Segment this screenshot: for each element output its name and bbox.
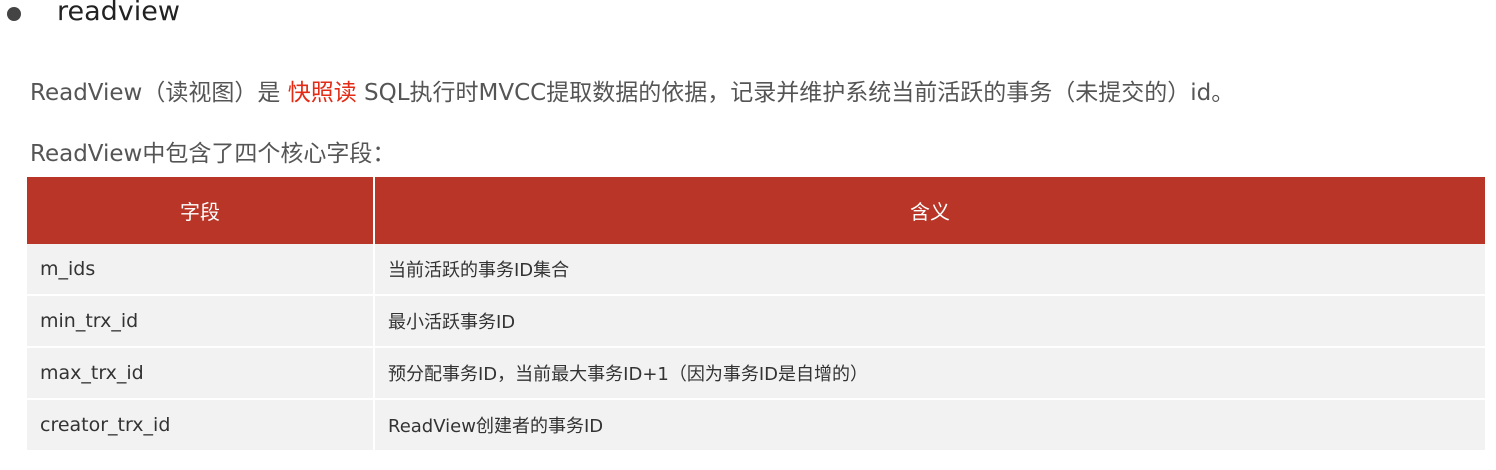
field-cell: min_trx_id [27, 295, 375, 348]
fields-table: 字段 含义 m_ids 当前活跃的事务ID集合 min_trx_id 最小活跃事… [27, 177, 1485, 452]
table-header-row: 字段 含义 [27, 177, 1485, 244]
table-row: min_trx_id 最小活跃事务ID [27, 295, 1485, 348]
table-row: creator_trx_id ReadView创建者的事务ID [27, 399, 1485, 452]
field-cell: m_ids [27, 244, 375, 296]
table-row: m_ids 当前活跃的事务ID集合 [27, 244, 1485, 296]
meaning-cell: ReadView创建者的事务ID [374, 399, 1485, 452]
field-cell: creator_trx_id [27, 399, 375, 452]
intro-paragraph: ReadView（读视图）是 快照读 SQL执行时MVCC提取数据的依据，记录并… [30, 73, 1234, 107]
header-meaning: 含义 [374, 177, 1485, 244]
bullet-dot-icon [7, 7, 21, 21]
intro-highlight: 快照读 [287, 80, 357, 106]
slide: readview ReadView（读视图）是 快照读 SQL执行时MVCC提取… [0, 0, 1496, 470]
meaning-cell: 预分配事务ID，当前最大事务ID+1（因为事务ID是自增的） [374, 347, 1485, 400]
intro-prefix: ReadView（读视图）是 [30, 80, 288, 106]
field-cell: max_trx_id [27, 347, 375, 400]
meaning-cell: 当前活跃的事务ID集合 [374, 244, 1485, 296]
intro-suffix: SQL执行时MVCC提取数据的依据，记录并维护系统当前活跃的事务（未提交的）id… [356, 80, 1235, 106]
meaning-cell: 最小活跃事务ID [374, 295, 1485, 348]
table-row: max_trx_id 预分配事务ID，当前最大事务ID+1（因为事务ID是自增的… [27, 347, 1485, 400]
section-heading: readview [57, 0, 180, 27]
fields-subtitle: ReadView中包含了四个核心字段： [30, 141, 396, 167]
header-field: 字段 [27, 177, 375, 244]
